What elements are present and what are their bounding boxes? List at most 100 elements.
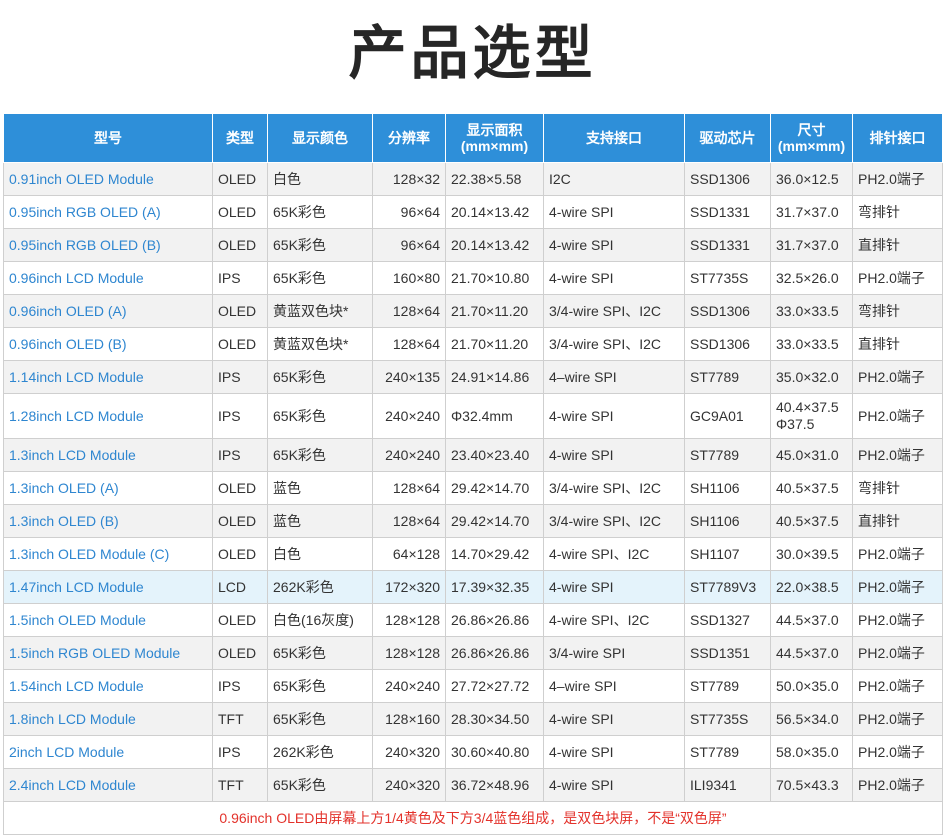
header-unit: (mm×mm) [460,138,529,154]
page-title: 产品选型 [348,19,597,87]
interface-cell: 4-wire SPI [543,702,685,736]
size-cell: 56.5×34.0 [770,702,853,736]
area-cell: 17.39×32.35 [445,570,544,604]
header-label: 分辨率 [388,130,430,146]
resolution-cell: 240×135 [372,360,446,394]
area-cell: 26.86×26.86 [445,603,544,637]
model-link[interactable]: 1.3inch OLED (A) [3,471,213,505]
type-cell: IPS [212,735,268,769]
color-cell: 65K彩色 [267,636,373,670]
area-cell: 21.70×11.20 [445,327,544,361]
model-link[interactable]: 0.91inch OLED Module [3,162,213,196]
header-label: 尺寸 [797,122,826,138]
model-link[interactable]: 1.3inch OLED Module (C) [3,537,213,571]
header-model: 型号 [3,113,213,163]
model-link[interactable]: 0.95inch RGB OLED (A) [3,195,213,229]
driver-cell: SH1106 [684,504,771,538]
table-row: 0.91inch OLED Module OLED 白色 128×32 22.38×5.… [3,162,943,196]
table-row: 1.5inch RGB OLED Module OLED 65K彩色 128×128 2… [3,636,943,670]
resolution-cell: 128×128 [372,636,446,670]
connector-cell: PH2.0端子 [852,393,943,439]
size-cell: 44.5×37.0 [770,636,853,670]
driver-cell: ST7735S [684,261,771,295]
size-cell: 70.5×43.3 [770,768,853,802]
model-link[interactable]: 1.5inch OLED Module [3,603,213,637]
model-link[interactable]: 0.96inch LCD Module [3,261,213,295]
type-cell: LCD [212,570,268,604]
connector-cell: PH2.0端子 [852,162,943,196]
model-link[interactable]: 1.3inch LCD Module [3,438,213,472]
driver-cell: ST7735S [684,702,771,736]
table-body: 0.91inch OLED Module OLED 白色 128×32 22.38×5.… [3,162,943,802]
resolution-cell: 128×32 [372,162,446,196]
area-cell: 30.60×40.80 [445,735,544,769]
resolution-cell: 240×320 [372,768,446,802]
type-cell: OLED [212,603,268,637]
model-link[interactable]: 1.28inch LCD Module [3,393,213,439]
model-link[interactable]: 2inch LCD Module [3,735,213,769]
model-link[interactable]: 0.96inch OLED (B) [3,327,213,361]
table-row: 1.3inch OLED Module (C) OLED 白色 64×128 14.70… [3,537,943,571]
color-cell: 65K彩色 [267,195,373,229]
color-cell: 65K彩色 [267,360,373,394]
connector-cell: PH2.0端子 [852,570,943,604]
area-cell: 24.91×14.86 [445,360,544,394]
connector-cell: PH2.0端子 [852,261,943,295]
size-cell: 22.0×38.5 [770,570,853,604]
interface-cell: 3/4-wire SPI、I2C [543,294,685,328]
note-row: 0.96inch OLED由屏幕上方1/4黄色及下方3/4蓝色组成，是双色块屏，… [3,801,943,835]
model-link[interactable]: 1.3inch OLED (B) [3,504,213,538]
header-interface: 支持接口 [543,113,685,163]
type-cell: IPS [212,360,268,394]
driver-cell: ST7789 [684,360,771,394]
model-link[interactable]: 1.14inch LCD Module [3,360,213,394]
model-link[interactable]: 1.8inch LCD Module [3,702,213,736]
connector-cell: 直排针 [852,504,943,538]
resolution-cell: 240×240 [372,393,446,439]
type-cell: TFT [212,768,268,802]
color-cell: 262K彩色 [267,735,373,769]
color-cell: 蓝色 [267,504,373,538]
driver-cell: SSD1306 [684,294,771,328]
driver-cell: ST7789 [684,735,771,769]
area-cell: 26.86×26.86 [445,636,544,670]
header-label: 排针接口 [869,130,926,146]
interface-cell: 4-wire SPI [543,261,685,295]
driver-cell: ST7789 [684,669,771,703]
model-link[interactable]: 2.4inch LCD Module [3,768,213,802]
interface-cell: 4-wire SPI、I2C [543,537,685,571]
table-row: 2inch LCD Module IPS 262K彩色 240×320 30.60×40… [3,735,943,769]
type-cell: OLED [212,162,268,196]
interface-cell: 3/4-wire SPI、I2C [543,504,685,538]
table-row: 1.54inch LCD Module IPS 65K彩色 240×240 27.72×… [3,669,943,703]
area-cell: 21.70×11.20 [445,294,544,328]
table-row: 1.3inch LCD Module IPS 65K彩色 240×240 23.40×2… [3,438,943,472]
size-cell: 31.7×37.0 [770,228,853,262]
type-cell: OLED [212,294,268,328]
type-cell: OLED [212,636,268,670]
driver-cell: ST7789 [684,438,771,472]
interface-cell: 4–wire SPI [543,360,685,394]
table-row: 1.5inch OLED Module OLED 白色(16灰度) 128×128 26… [3,603,943,637]
model-link[interactable]: 1.54inch LCD Module [3,669,213,703]
area-cell: 22.38×5.58 [445,162,544,196]
size-cell: 33.0×33.5 [770,294,853,328]
color-cell: 65K彩色 [267,261,373,295]
resolution-cell: 240×240 [372,669,446,703]
model-link[interactable]: 1.5inch RGB OLED Module [3,636,213,670]
interface-cell: 3/4-wire SPI [543,636,685,670]
connector-cell: PH2.0端子 [852,438,943,472]
interface-cell: 3/4-wire SPI、I2C [543,327,685,361]
resolution-cell: 128×64 [372,504,446,538]
connector-cell: PH2.0端子 [852,360,943,394]
connector-cell: 直排针 [852,228,943,262]
color-cell: 黄蓝双色块* [267,327,373,361]
size-cell: 32.5×26.0 [770,261,853,295]
area-cell: 21.70×10.80 [445,261,544,295]
model-link[interactable]: 0.95inch RGB OLED (B) [3,228,213,262]
model-link[interactable]: 1.47inch LCD Module [3,570,213,604]
model-link[interactable]: 0.96inch OLED (A) [3,294,213,328]
size-cell: 40.5×37.5 [770,504,853,538]
header-label: 型号 [94,130,122,146]
area-cell: Φ32.4mm [445,393,544,439]
